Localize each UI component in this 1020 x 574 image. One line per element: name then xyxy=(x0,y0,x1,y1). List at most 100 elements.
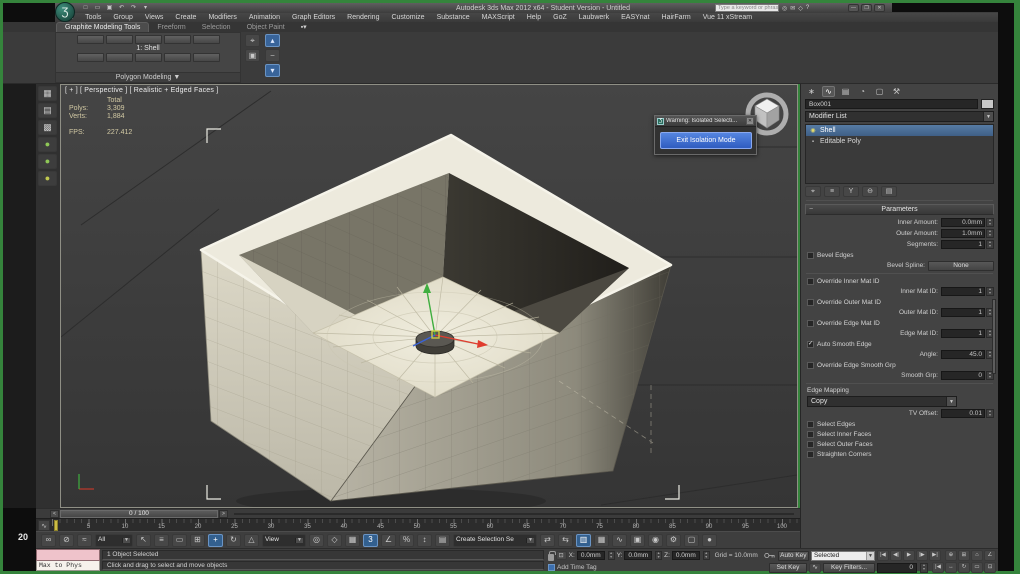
listener-script-line[interactable]: Max to Phys xyxy=(36,561,100,572)
angle-field[interactable]: 45.0 xyxy=(941,350,985,359)
show-end-result-icon[interactable]: ≡ xyxy=(824,186,840,197)
select-and-scale-icon[interactable]: △ xyxy=(244,534,259,547)
outer-amount-field[interactable]: 1.0mm xyxy=(941,229,985,238)
restore-button[interactable]: ❐ xyxy=(861,4,872,12)
viewport-label[interactable]: [ + ] [ Perspective ] [ Realistic + Edge… xyxy=(65,87,218,94)
go-to-start-key-icon[interactable]: |◀ xyxy=(932,562,944,573)
selection-set-dropdown[interactable]: Selected▼ xyxy=(811,551,875,561)
render-setup-icon[interactable]: ⚙ xyxy=(666,534,681,547)
y-spinner[interactable]: ▲▼ xyxy=(655,551,662,560)
track-bar[interactable]: ∿ 51015202530354045505560657075808590951… xyxy=(36,518,800,531)
region-zoom-icon[interactable]: ▭ xyxy=(971,562,983,573)
save-file-icon[interactable]: ▣ xyxy=(105,4,114,12)
zoom-icon[interactable]: ⊕ xyxy=(945,550,957,561)
select-object-icon[interactable]: ↖ xyxy=(136,534,151,547)
undo-icon[interactable]: ↶ xyxy=(117,4,126,12)
trackbar-ruler[interactable]: 5101520253035404550556065707580859095100 xyxy=(52,519,798,531)
element-mode-button[interactable] xyxy=(193,35,220,44)
field-of-view-icon[interactable]: ∠ xyxy=(984,550,996,561)
minimize-button[interactable]: — xyxy=(848,4,859,12)
material-editor-icon[interactable]: ◉ xyxy=(648,534,663,547)
border-mode-button[interactable] xyxy=(135,35,162,44)
stack-item-editable-poly[interactable]: ▪ Editable Poly xyxy=(806,136,993,147)
segments-spinner[interactable]: ▲▼ xyxy=(986,240,994,249)
window-crossing-icon[interactable]: ⊞ xyxy=(190,534,205,547)
menu-graph-editors[interactable]: Graph Editors xyxy=(292,14,335,21)
select-and-manipulate-icon[interactable]: ◇ xyxy=(327,534,342,547)
dialog-title-bar[interactable]: Ʒ Warning: Isolated Selecti... ✕ xyxy=(655,116,756,127)
y-coordinate-field[interactable]: 0.0mm xyxy=(624,551,652,560)
pattern-tool-icon[interactable]: ▩ xyxy=(38,120,57,135)
menu-tools[interactable]: Tools xyxy=(85,14,101,21)
remove-modifier-icon[interactable]: ⊖ xyxy=(862,186,878,197)
menu-easynat[interactable]: EASYnat xyxy=(621,14,649,21)
time-slider-track[interactable] xyxy=(234,513,794,515)
select-by-name-icon[interactable]: ≡ xyxy=(154,534,169,547)
tab-graphite-modeling-tools[interactable]: Graphite Modeling Tools xyxy=(56,22,149,32)
inner-amount-field[interactable]: 0.0mm xyxy=(941,218,985,227)
make-unique-icon[interactable]: Y xyxy=(843,186,859,197)
menu-maxscript[interactable]: MAXScript xyxy=(482,14,515,21)
pin-stack-icon[interactable]: ⌖ xyxy=(805,186,821,197)
parameters-rollout-header[interactable]: − Parameters xyxy=(805,204,994,215)
schematic-view-icon[interactable]: ▣ xyxy=(630,534,645,547)
layer-manager-icon[interactable]: ▥ xyxy=(576,534,591,547)
x-coordinate-field[interactable]: 0.0mm xyxy=(577,551,605,560)
ribbon-dock-icon[interactable]: ▣ xyxy=(245,49,260,62)
menu-group[interactable]: Group xyxy=(113,14,132,21)
plugin-sphere-icon-3[interactable]: ● xyxy=(38,171,57,186)
menu-help[interactable]: Help xyxy=(527,14,541,21)
edge-mat-id-field[interactable]: 1 xyxy=(941,329,985,338)
override-outer-mat-checkbox[interactable] xyxy=(807,299,814,306)
pin-stack-ribbon-button[interactable] xyxy=(77,53,104,62)
time-slider-prev-icon[interactable]: < xyxy=(50,510,59,518)
menu-substance[interactable]: Substance xyxy=(437,14,470,21)
current-frame-field[interactable]: 0 xyxy=(877,563,917,573)
percent-snap-toggle-icon[interactable]: % xyxy=(399,534,414,547)
rectangular-selection-region-icon[interactable]: ▭ xyxy=(172,534,187,547)
menu-rendering[interactable]: Rendering xyxy=(347,14,379,21)
tv-offset-spinner[interactable]: ▲▼ xyxy=(986,409,994,418)
mini-curve-editor-icon[interactable]: ∿ xyxy=(38,520,50,531)
subscription-center-icon[interactable]: ✉ xyxy=(790,5,795,12)
modifier-list-dropdown[interactable]: Modifier List ▼ xyxy=(805,111,994,122)
search-input[interactable]: Type a keyword or phrase xyxy=(715,4,779,12)
time-slider-next-icon[interactable]: > xyxy=(219,510,228,518)
pan-view-icon[interactable]: ↔ xyxy=(945,562,957,573)
z-coordinate-field[interactable]: 0.0mm xyxy=(672,551,700,560)
select-and-link-icon[interactable]: ∞ xyxy=(41,534,56,547)
tab-object-paint[interactable]: Object Paint xyxy=(239,22,293,32)
segments-field[interactable]: 1 xyxy=(941,240,985,249)
plugin-sphere-icon-1[interactable]: ● xyxy=(38,137,57,152)
named-selection-sets-dropdown[interactable]: Create Selection Se▼ xyxy=(453,534,537,547)
tab-selection[interactable]: Selection xyxy=(194,22,239,32)
array-tool-icon[interactable]: ▤ xyxy=(38,103,57,118)
communication-center-icon[interactable]: ◇ xyxy=(798,5,803,12)
zoom-all-icon[interactable]: ⊞ xyxy=(958,550,970,561)
override-inner-mat-checkbox[interactable] xyxy=(807,278,814,285)
render-production-icon[interactable]: ● xyxy=(702,534,717,547)
selection-lock-icon[interactable] xyxy=(548,554,554,561)
project-folder-dropdown-icon[interactable]: ▾ xyxy=(141,4,150,12)
rollout-collapse-icon[interactable]: − xyxy=(809,206,813,213)
exit-isolation-mode-button[interactable]: Exit Isolation Mode xyxy=(660,132,752,149)
select-outer-faces-checkbox[interactable] xyxy=(807,441,814,448)
ribbon-minimize-icon[interactable]: ▪▾ xyxy=(293,22,315,32)
z-spinner[interactable]: ▲▼ xyxy=(703,551,710,560)
modifier-list-caret-icon[interactable]: ▼ xyxy=(983,112,993,121)
help-icon[interactable]: ? xyxy=(806,5,809,11)
edit-named-selection-sets-icon[interactable]: ▤ xyxy=(435,534,450,547)
zoom-extents-icon[interactable]: ⌂ xyxy=(971,550,983,561)
grid-array-icon[interactable]: ▦ xyxy=(38,86,57,101)
search-go-icon[interactable]: ◎ xyxy=(782,5,787,12)
create-tab-icon[interactable]: ∗ xyxy=(805,86,818,97)
polygon-modeling-panel-label[interactable]: Polygon Modeling ▼ xyxy=(56,72,240,82)
plugin-sphere-icon-2[interactable]: ● xyxy=(38,154,57,169)
select-inner-faces-checkbox[interactable] xyxy=(807,431,814,438)
inner-mat-id-spinner[interactable]: ▲▼ xyxy=(986,287,994,296)
maximize-viewport-icon[interactable]: ⊡ xyxy=(984,562,996,573)
ribbon-collapse-icon[interactable]: ▾ xyxy=(265,64,280,77)
edge-mapping-dropdown[interactable]: Copy ▼ xyxy=(807,396,957,407)
vertex-mode-button[interactable] xyxy=(77,35,104,44)
frame-spinner[interactable]: ▲▼ xyxy=(920,563,928,573)
